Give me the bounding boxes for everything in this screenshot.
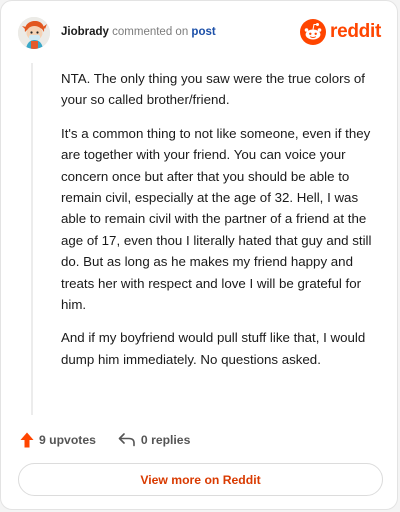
comment-actions: 9 upvotes 0 replies <box>20 430 190 450</box>
reddit-wordmark: reddit <box>330 21 381 42</box>
reddit-logo[interactable]: reddit <box>300 19 381 45</box>
view-more-button[interactable]: View more on Reddit <box>18 463 383 496</box>
comment-paragraph: And if my boyfriend would pull stuff lik… <box>61 330 366 367</box>
post-link[interactable]: post <box>191 26 215 38</box>
action-text: commented on <box>112 26 189 38</box>
comment-header: Jiobrady commented on post reddit <box>18 17 381 51</box>
comment-byline: Jiobrady commented on post <box>61 26 216 38</box>
upvote-button[interactable]: 9 upvotes <box>20 432 96 448</box>
reddit-snoo-icon <box>300 19 327 45</box>
comment-body: NTA. The only thing you saw were the tru… <box>61 68 383 382</box>
upvote-count: 9 upvotes <box>39 433 96 447</box>
thread-line <box>31 63 33 415</box>
reply-arrow-icon <box>118 433 135 447</box>
reply-button[interactable]: 0 replies <box>118 433 190 447</box>
avatar[interactable] <box>18 17 50 49</box>
comment-paragraph: It's a common thing to not like someone,… <box>61 125 372 313</box>
username[interactable]: Jiobrady <box>61 26 109 38</box>
reply-count: 0 replies <box>140 433 191 447</box>
comment-paragraph: NTA. The only thing you saw were the tru… <box>61 71 366 108</box>
avatar-image <box>18 17 50 49</box>
comment-embed-card: Jiobrady commented on post reddit NTA. T… <box>0 0 398 510</box>
upvote-arrow-icon <box>20 432 34 448</box>
